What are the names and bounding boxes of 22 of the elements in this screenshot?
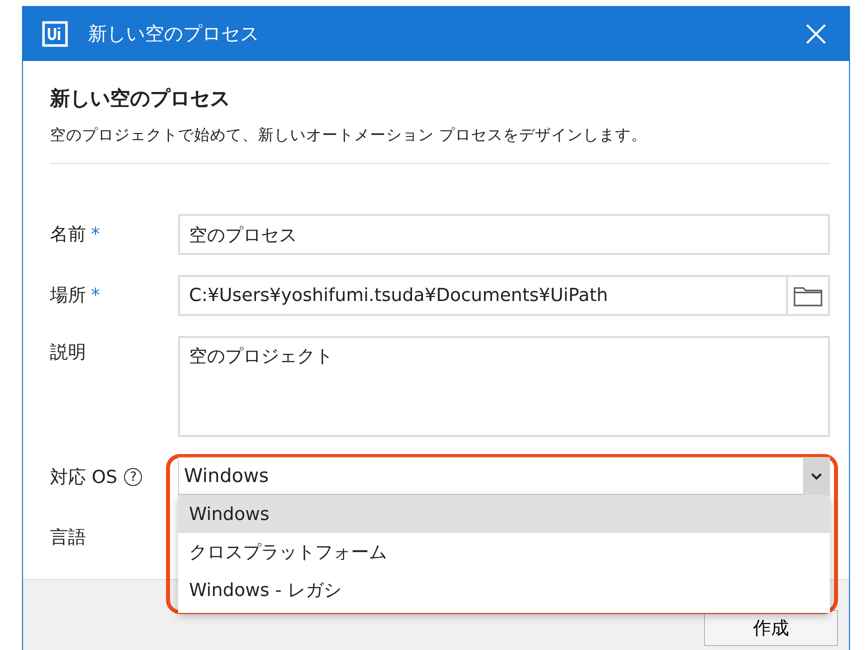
location-field[interactable]: C:¥Users¥yoshifumi.tsuda¥Documents¥UiPath	[178, 275, 788, 316]
browse-button[interactable]	[788, 275, 830, 316]
required-mark: *	[91, 284, 100, 306]
name-field[interactable]: 空のプロセス	[178, 214, 830, 255]
close-icon[interactable]	[805, 23, 827, 45]
dropdown-option[interactable]: Windows	[178, 495, 830, 533]
description-field[interactable]: 空のプロジェクト	[178, 336, 830, 437]
field-label: 説明	[50, 341, 86, 364]
field-label: 名前	[50, 223, 86, 246]
required-mark: *	[91, 224, 100, 244]
field-label: 場所	[50, 284, 86, 307]
field-label: 対応 OS	[50, 466, 118, 489]
dropdown-option[interactable]: クロスプラットフォーム	[178, 533, 830, 571]
chevron-down-icon[interactable]	[803, 457, 830, 495]
dialog-heading: 新しい空のプロセス	[50, 85, 231, 112]
field-label: 言語	[50, 526, 86, 549]
folder-icon	[793, 284, 823, 306]
logo-icon	[42, 21, 68, 47]
dialog-description: 空のプロジェクトで始めて、新しいオートメーション プロセスをデザインします。	[50, 125, 648, 146]
dropdown-option[interactable]: Windows - レガシ	[178, 571, 830, 609]
help-icon[interactable]: ?	[124, 468, 142, 486]
window-title: 新しい空のプロセス	[88, 22, 260, 47]
